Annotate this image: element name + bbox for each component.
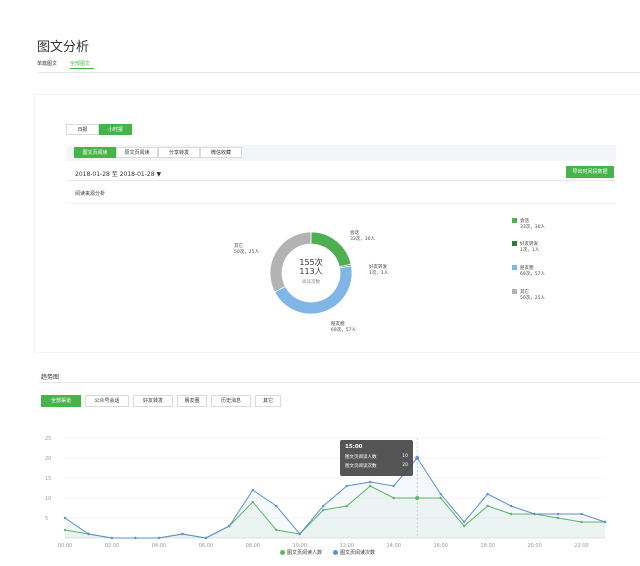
x-tick-label: 08:00 (246, 543, 260, 549)
x-tick-label: 22:00 (574, 543, 588, 549)
tooltip-value-people: 10 (402, 454, 408, 459)
tooltip-time: 15:00 (345, 444, 363, 450)
legend-dot (280, 550, 285, 555)
data-point (345, 484, 348, 488)
donut-label-friend-forward: 好友转发 1次，1人 (369, 265, 389, 276)
data-point (251, 488, 255, 492)
data-point (392, 484, 395, 488)
data-point (87, 532, 90, 536)
donut-center-people: 113人 (299, 267, 323, 276)
donut-label-session: 会话 33次，30人 (350, 231, 375, 242)
data-point (322, 504, 325, 508)
trend-legend-people: 图文页阅读人数 (280, 549, 322, 556)
legend-swatch (512, 289, 517, 294)
data-point (462, 520, 466, 524)
donut-label-moments: 朋友圈 69次，57人 (331, 322, 356, 333)
header-divider (37, 72, 640, 73)
x-tick-label: 20:00 (527, 543, 541, 549)
legend-friend-forward: 好友转发 1次，1人 (512, 241, 539, 254)
data-point (415, 456, 420, 460)
y-tick-label: 5 (45, 516, 48, 522)
data-point (298, 532, 301, 536)
legend-swatch (512, 218, 517, 223)
x-tick-label: 18:00 (480, 543, 494, 549)
tab-share-forward[interactable]: 分享转发 (158, 147, 200, 158)
data-point (603, 520, 607, 524)
trend-divider (39, 382, 640, 383)
tooltip-value-reads: 20 (402, 463, 408, 468)
trend-legend-reads: 图文页阅读次数 (333, 549, 375, 556)
legend-moments: 朋友圈 69次，57人 (512, 265, 545, 278)
x-tick-label: 14:00 (386, 543, 400, 549)
trend-tab-official-session[interactable]: 公众号会话 (85, 395, 129, 407)
page-title: 图文分析 (37, 40, 90, 55)
y-tick-label: 15 (45, 476, 51, 482)
tab-original-page-read[interactable]: 原文页阅读 (116, 147, 158, 158)
data-point (369, 480, 372, 484)
x-tick-label: 02:00 (105, 543, 119, 549)
tab-article-page-read[interactable]: 图文页阅读 (74, 147, 116, 158)
legend-swatch (512, 265, 517, 270)
trend-tab-moments[interactable]: 朋友圈 (177, 395, 207, 407)
trend-line-chart: 51015202500:00 02:00 04:00 06:00 08:00 10:00 1… (45, 436, 607, 549)
data-point (509, 504, 513, 508)
tooltip-row-people: 图文页阅读人数 (345, 455, 377, 460)
source-analysis-title: 阅读来源分析 (75, 191, 106, 197)
trend-title: 趋势图 (41, 374, 60, 381)
x-tick-label: 04:00 (152, 543, 166, 549)
data-point (63, 516, 67, 520)
trend-tab-history[interactable]: 历史消息 (211, 395, 251, 407)
data-point (439, 492, 442, 496)
chart-tooltip: 15:00 图文页阅读人数 10 图文页阅读次数 20 (340, 440, 413, 476)
x-tick-label: 00:00 (58, 543, 72, 549)
legend-dot (333, 550, 338, 555)
data-point (157, 536, 161, 540)
donut-center-caption: 阅读次数 (302, 280, 320, 285)
date-range-picker[interactable]: 2018-01-28 至 2018-01-28 ▼ (75, 169, 161, 178)
y-tick-label: 20 (45, 456, 51, 462)
trend-tab-all-channels[interactable]: 全部渠道 (41, 395, 81, 407)
trend-tab-other[interactable]: 其它 (255, 395, 281, 407)
data-point (486, 492, 489, 496)
data-point (134, 536, 137, 540)
legend-session: 会话 33次，30人 (512, 218, 545, 231)
x-tick-label: 06:00 (199, 543, 213, 549)
x-tick-label: 16:00 (433, 543, 447, 549)
legend-other: 其它 50次，25人 (512, 289, 545, 302)
data-point (275, 504, 278, 508)
daily-report-button[interactable]: 日报 (66, 124, 99, 135)
data-point (556, 512, 560, 516)
legend-swatch (512, 241, 517, 246)
tab-all-articles[interactable]: 全部图文 (70, 60, 90, 67)
tab-wechat-favorite[interactable]: 微信收藏 (200, 147, 242, 158)
data-point (181, 532, 184, 536)
data-point (110, 536, 114, 540)
y-tick-label: 25 (45, 436, 51, 442)
y-tick-label: 10 (45, 496, 51, 502)
data-point (533, 512, 536, 516)
hourly-report-button[interactable]: 小时报 (99, 124, 132, 135)
trend-tab-friend-forward[interactable]: 好友转发 (133, 395, 173, 407)
active-tab-indicator (70, 68, 94, 69)
data-point (228, 524, 231, 528)
source-divider (66, 203, 616, 204)
tab-single-article[interactable]: 单篇图文 (37, 60, 57, 67)
data-point (580, 512, 583, 516)
tooltip-row-reads: 图文页阅读次数 (345, 464, 377, 469)
donut-label-other: 其它 50次，25人 (234, 244, 259, 255)
export-range-button[interactable]: 导出时间段数据 (566, 166, 614, 178)
metric-subtabs: 图文页阅读 原文页阅读 分享转发 微信收藏 (66, 145, 616, 161)
date-divider (66, 180, 616, 181)
data-point (204, 536, 208, 540)
